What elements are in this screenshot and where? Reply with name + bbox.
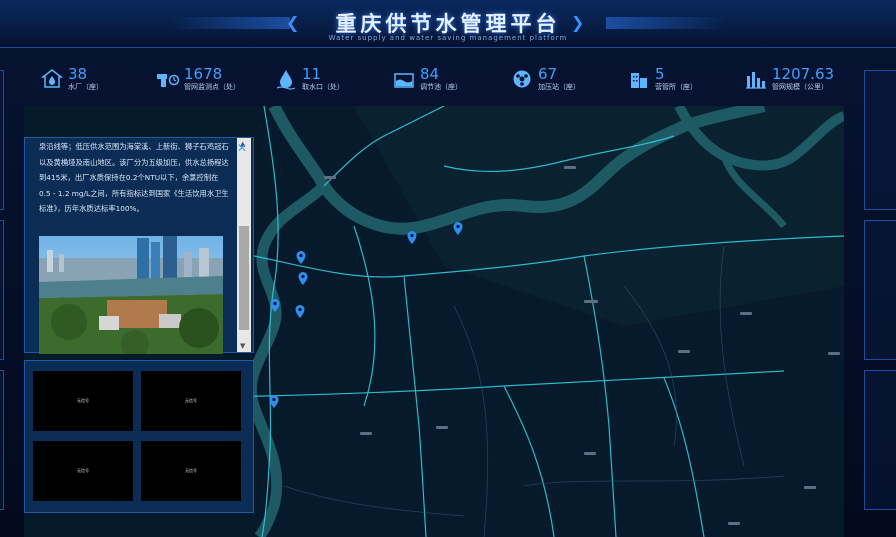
plant-description: 泉沿线等；低压供水范围为海棠溪、上新街、狮子石鸡冠石以及黄桷垭及南山地区。该厂分… bbox=[39, 142, 229, 214]
stat-value: 38 bbox=[68, 65, 88, 83]
video-feed[interactable]: 无信号 bbox=[141, 441, 241, 501]
left-edge-panel bbox=[0, 70, 4, 210]
stat-value: 1207.63 bbox=[772, 65, 835, 83]
stat-label: 加压站（座） bbox=[538, 83, 580, 91]
header: ❮ ❯ 重庆供节水管理平台 Water supply and water sav… bbox=[0, 0, 896, 48]
map-label bbox=[678, 350, 690, 353]
location-pin-icon[interactable] bbox=[295, 305, 305, 318]
page-subtitle: Water supply and water saving management… bbox=[328, 34, 568, 42]
stat-value: 67 bbox=[538, 65, 558, 83]
stat-water-intake[interactable]: 11 取水口（处） bbox=[274, 62, 344, 96]
map-label bbox=[584, 452, 596, 455]
map-label bbox=[360, 432, 372, 435]
no-signal-text: 无信号 bbox=[77, 468, 89, 473]
stat-pipe-monitor[interactable]: 1678 管网监测点（处） bbox=[156, 62, 240, 96]
video-feed[interactable]: 无信号 bbox=[33, 441, 133, 501]
stat-network-scale[interactable]: 1207.63 管网规模（公里） bbox=[744, 62, 834, 96]
no-signal-text: 无信号 bbox=[185, 468, 197, 473]
stat-value: 11 bbox=[302, 65, 322, 83]
close-icon[interactable]: ✕ bbox=[237, 142, 247, 154]
pipe-monitor-icon bbox=[156, 67, 180, 91]
location-pin-icon[interactable] bbox=[298, 272, 308, 285]
map-label bbox=[436, 426, 448, 429]
right-edge-panel bbox=[864, 70, 896, 210]
map-label bbox=[828, 352, 840, 355]
pump-station-icon bbox=[510, 67, 534, 91]
video-monitor-panel: 无信号 无信号 无信号 无信号 bbox=[24, 360, 254, 513]
scrollbar-thumb[interactable] bbox=[239, 226, 249, 330]
stat-regulating-pool[interactable]: 84 调节池（座） bbox=[392, 62, 462, 96]
stat-label: 取水口（处） bbox=[302, 83, 344, 91]
location-pin-icon[interactable] bbox=[296, 251, 306, 264]
stat-value: 1678 bbox=[184, 65, 223, 83]
right-edge-panel bbox=[864, 370, 896, 510]
stat-management-office[interactable]: 5 营管所（座） bbox=[627, 62, 697, 96]
stats-bar: 38 水厂（座） 1678 管网监测点（处） 11 取水口（处） 84 调节池（座） 6 bbox=[0, 56, 896, 100]
left-edge-panel bbox=[0, 370, 4, 510]
video-feed[interactable]: 无信号 bbox=[33, 371, 133, 431]
info-scrollbar[interactable]: ▲ ▼ bbox=[237, 138, 251, 352]
stat-value: 5 bbox=[655, 65, 665, 83]
stat-label: 营管所（座） bbox=[655, 83, 697, 91]
no-signal-text: 无信号 bbox=[77, 398, 89, 403]
location-pin-icon[interactable] bbox=[270, 299, 280, 312]
location-pin-icon[interactable] bbox=[269, 395, 279, 408]
right-edge-panel bbox=[864, 220, 896, 360]
stat-value: 84 bbox=[420, 65, 440, 83]
location-pin-icon[interactable] bbox=[407, 231, 417, 244]
map-label bbox=[728, 522, 740, 525]
no-signal-text: 无信号 bbox=[185, 398, 197, 403]
pool-icon bbox=[392, 67, 416, 91]
stat-label: 调节池（座） bbox=[420, 83, 462, 91]
dashboard: ❮ ❯ 重庆供节水管理平台 Water supply and water sav… bbox=[0, 0, 896, 537]
map-label bbox=[564, 166, 576, 169]
plant-photo bbox=[39, 236, 223, 354]
map-label bbox=[804, 486, 816, 489]
stat-label: 水厂（座） bbox=[68, 83, 103, 91]
water-plant-info-panel: 泉沿线等；低压供水范围为海棠溪、上新街、狮子石鸡冠石以及黄桷垭及南山地区。该厂分… bbox=[24, 137, 254, 354]
stat-label: 管网规模（公里） bbox=[772, 83, 828, 91]
water-plant-icon bbox=[40, 67, 64, 91]
stat-pump-station[interactable]: 67 加压站（座） bbox=[510, 62, 580, 96]
location-pin-icon[interactable] bbox=[453, 222, 463, 235]
map-label bbox=[324, 176, 336, 179]
map-label bbox=[584, 300, 598, 303]
map-label bbox=[740, 312, 752, 315]
network-scale-icon bbox=[744, 67, 768, 91]
water-drop-icon bbox=[274, 67, 298, 91]
left-edge-panel bbox=[0, 220, 4, 360]
video-feed[interactable]: 无信号 bbox=[141, 371, 241, 431]
stat-water-plant[interactable]: 38 水厂（座） bbox=[40, 62, 103, 96]
scroll-down-icon[interactable]: ▼ bbox=[240, 342, 245, 350]
office-building-icon bbox=[627, 67, 651, 91]
stat-label: 管网监测点（处） bbox=[184, 83, 240, 91]
